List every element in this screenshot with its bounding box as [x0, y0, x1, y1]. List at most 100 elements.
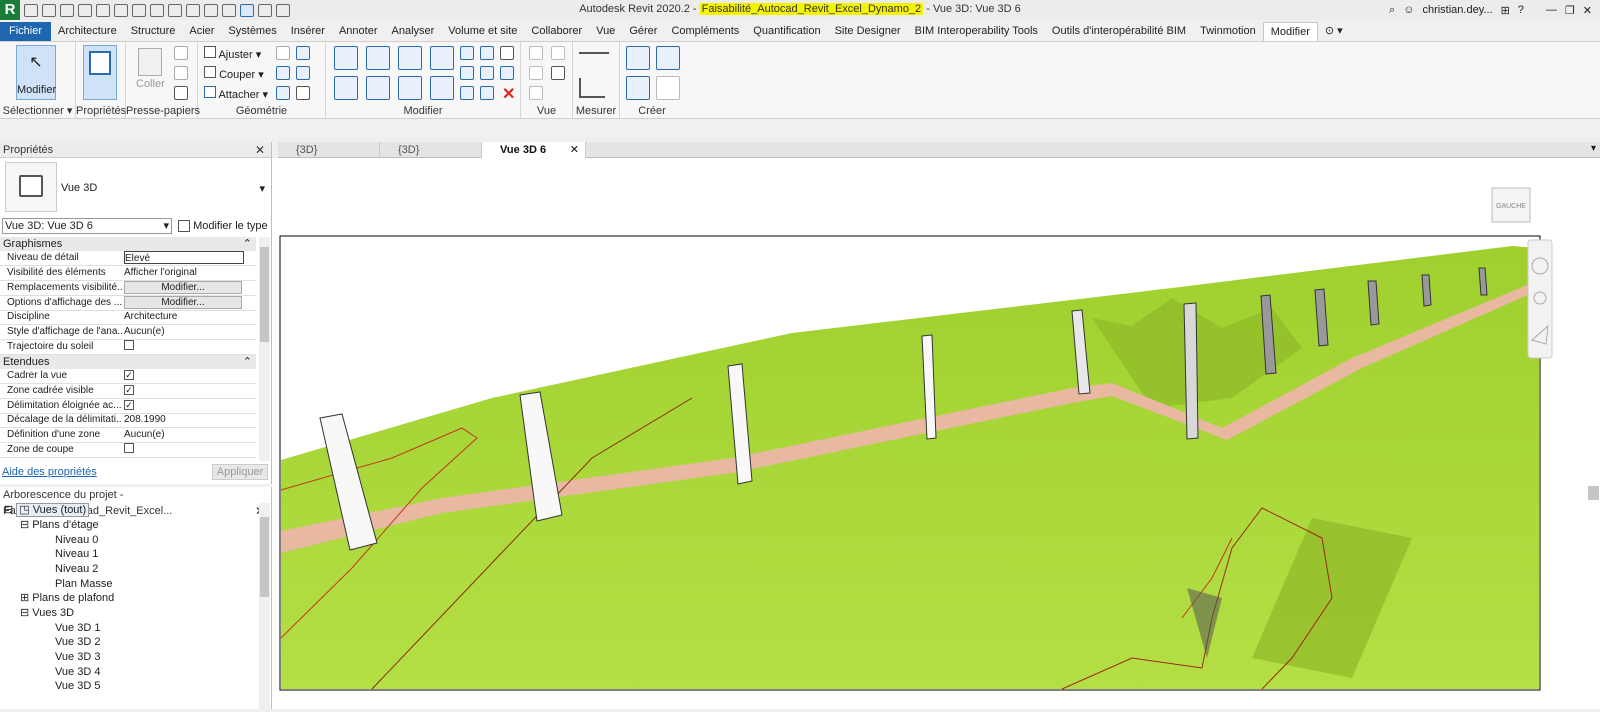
tab-analyser[interactable]: Analyser	[385, 22, 442, 41]
tree-node[interactable]: Vue 3D 2	[55, 635, 100, 650]
create-parts-icon[interactable]	[656, 46, 680, 70]
copy-icon[interactable]	[174, 66, 188, 80]
adjust-button[interactable]: Ajuster ▾	[204, 46, 261, 61]
paint-view-icon[interactable]	[529, 86, 543, 100]
tab-annoter[interactable]: Annoter	[332, 22, 385, 41]
create-assembly-icon[interactable]	[626, 46, 650, 70]
wall-joins-icon[interactable]	[276, 66, 290, 80]
apply-button[interactable]: Appliquer	[212, 464, 268, 480]
tab-complements[interactable]: Compléments	[664, 22, 746, 41]
tab-twinmotion[interactable]: Twinmotion	[1193, 22, 1263, 41]
type-dropdown-icon[interactable]: ▾	[259, 182, 265, 195]
trim-multi-icon[interactable]	[480, 86, 494, 100]
browser-scrollbar[interactable]	[259, 503, 270, 709]
pillar[interactable]	[1478, 267, 1488, 296]
tab-inserer[interactable]: Insérer	[284, 22, 332, 41]
paste-icon[interactable]	[138, 48, 162, 76]
tab-structure[interactable]: Structure	[124, 22, 183, 41]
demolish-icon[interactable]	[296, 66, 310, 80]
minimize-icon[interactable]: —	[1546, 4, 1557, 16]
section-box-checkbox[interactable]	[124, 443, 134, 453]
rotate-icon[interactable]	[398, 76, 422, 100]
terrain-scene[interactable]: GAUCHE	[272, 158, 1600, 709]
paint-icon[interactable]	[296, 46, 310, 60]
linework-icon[interactable]	[529, 66, 543, 80]
far-clip-offset-value[interactable]: 208.1990	[124, 413, 244, 427]
select-dropdown[interactable]: Sélectionner ▾	[0, 104, 75, 117]
tree-node[interactable]: Vue 3D 4	[55, 665, 100, 680]
properties-button[interactable]	[83, 45, 117, 100]
viewcube-face-label[interactable]: GAUCHE	[1496, 203, 1526, 210]
cart-icon[interactable]: ⊞	[1501, 4, 1510, 17]
tab-modifier[interactable]: Modifier	[1262, 22, 1318, 41]
tree-node[interactable]: Niveau 1	[55, 547, 98, 562]
tab-outils-interop[interactable]: Outils d'interopérabilité BIM	[1045, 22, 1193, 41]
view-scrollbar-thumb[interactable]	[1588, 486, 1599, 500]
tree-node[interactable]: Niveau 0	[55, 533, 98, 548]
scale-icon[interactable]	[480, 66, 494, 80]
tree-node[interactable]: Vue 3D 3	[55, 650, 100, 665]
cut-icon[interactable]	[174, 46, 188, 60]
split-icon[interactable]	[460, 46, 474, 60]
view-tab-3d-2[interactable]: {3D}	[380, 142, 482, 158]
create-group-icon[interactable]	[626, 76, 650, 100]
split-face-icon[interactable]	[276, 46, 290, 60]
vg-overrides-button[interactable]: Modifier...	[124, 281, 242, 294]
far-clip-checkbox[interactable]: ✓	[124, 400, 134, 410]
pillar[interactable]	[1421, 274, 1432, 307]
pin-icon[interactable]	[500, 66, 514, 80]
detail-level-value[interactable]: Elevé	[124, 251, 244, 264]
trim-extend-icon[interactable]	[430, 76, 454, 100]
tree-node[interactable]: Vue 3D 1	[55, 621, 100, 636]
navigation-bar[interactable]	[1527, 239, 1553, 359]
tab-acier[interactable]: Acier	[182, 22, 221, 41]
tab-site-designer[interactable]: Site Designer	[828, 22, 908, 41]
view-tab-vue-3d-6[interactable]: Vue 3D 6 ✕	[482, 142, 586, 158]
remove-paint-icon[interactable]	[296, 86, 310, 100]
3d-view-canvas[interactable]: GAUCHE	[272, 158, 1600, 709]
group-graphismes[interactable]: Graphismes ⌃	[0, 237, 256, 251]
mirror-axis-icon[interactable]	[398, 46, 422, 70]
view-tab-3d-1[interactable]: {3D}	[278, 142, 380, 158]
properties-help-link[interactable]: Aide des propriétés	[2, 466, 97, 478]
properties-scrollbar[interactable]	[259, 237, 270, 461]
attach-button[interactable]: Attacher ▾	[204, 86, 268, 101]
tree-node[interactable]: ⊟ Vues 3D	[20, 606, 74, 621]
unpin-icon[interactable]	[500, 46, 514, 60]
scrollbar-thumb[interactable]	[260, 517, 269, 597]
scrollbar-thumb[interactable]	[260, 247, 269, 342]
binoculars-icon[interactable]: ⌕	[1389, 4, 1395, 17]
copy-element-icon[interactable]	[366, 76, 390, 100]
restore-icon[interactable]: ❐	[1565, 4, 1575, 17]
tab-volume-site[interactable]: Volume et site	[441, 22, 524, 41]
viewcube[interactable]: GAUCHE	[1491, 187, 1531, 223]
tree-node[interactable]: Vue 3D 5	[55, 679, 100, 694]
user-icon[interactable]: ☺	[1403, 4, 1414, 16]
crop-view-checkbox[interactable]: ✓	[124, 370, 134, 380]
delete-icon[interactable]: ✕	[502, 84, 515, 104]
modify-button[interactable]: ↖ Modifier	[16, 45, 56, 100]
tab-gerer[interactable]: Gérer	[622, 22, 664, 41]
tab-systemes[interactable]: Systèmes	[221, 22, 283, 41]
tab-vue[interactable]: Vue	[589, 22, 622, 41]
user-name[interactable]: christian.dey...	[1422, 4, 1492, 16]
trim-single-icon[interactable]	[460, 86, 474, 100]
align-icon[interactable]	[334, 46, 358, 70]
tree-node[interactable]: Niveau 2	[55, 562, 98, 577]
angle-icon[interactable]	[579, 78, 605, 98]
line-style-icon[interactable]	[551, 66, 565, 80]
close-icon[interactable]: ✕	[1583, 4, 1592, 17]
tab-fichier[interactable]: Fichier	[0, 22, 52, 41]
tab-collaborer[interactable]: Collaborer	[524, 22, 589, 41]
cut-geometry-button[interactable]: Couper ▾	[204, 66, 264, 81]
tab-architecture[interactable]: Architecture	[51, 22, 124, 41]
hide-icon[interactable]	[529, 46, 543, 60]
tree-node[interactable]: ⊞ Plans de plafond	[20, 591, 114, 606]
tab-close-icon[interactable]: ✕	[570, 142, 579, 158]
tree-node[interactable]: ⊟ Plans d'étage	[20, 518, 99, 533]
tab-bim-interop[interactable]: BIM Interoperability Tools	[908, 22, 1045, 41]
profile-icon[interactable]	[276, 86, 290, 100]
group-etendues[interactable]: Etendues ⌃	[0, 355, 256, 369]
offset-icon[interactable]	[366, 46, 390, 70]
split-gap-icon[interactable]	[480, 46, 494, 60]
